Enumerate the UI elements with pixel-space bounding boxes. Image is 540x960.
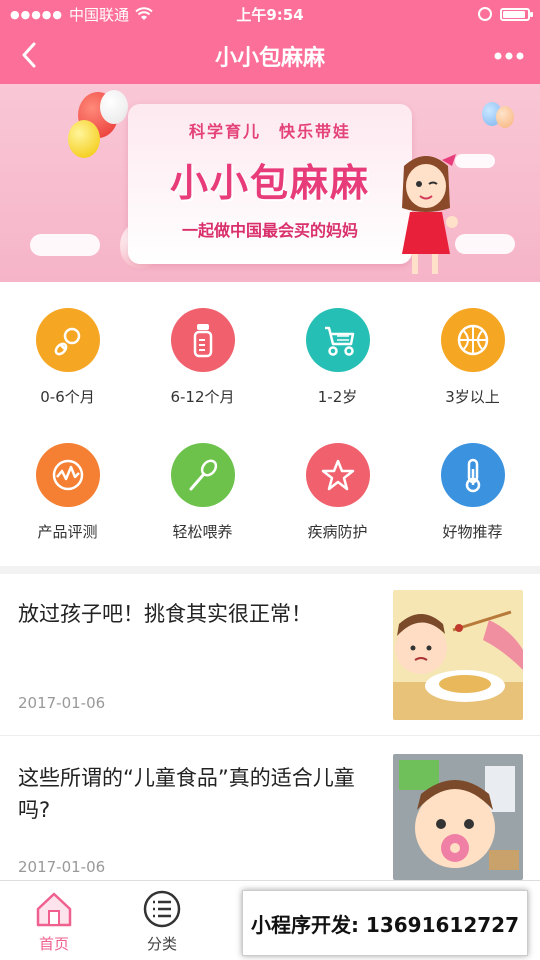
article-title: 放过孩子吧！挑食其实很正常！	[18, 602, 312, 626]
promo-overlay: 小程序开发: 13691612727	[242, 890, 528, 956]
thermometer-icon	[440, 443, 505, 507]
category-label: 疾病防护	[307, 523, 368, 541]
tab-label: 首页	[38, 935, 69, 953]
rotation-lock-icon	[478, 7, 492, 21]
category-good-recommendations[interactable]: 好物推荐	[405, 425, 540, 560]
article-thumbnail	[393, 754, 523, 880]
stroller-icon	[305, 308, 370, 372]
home-icon	[36, 892, 72, 927]
tab-category[interactable]: 分类	[108, 881, 216, 960]
article-item[interactable]: 放过孩子吧！挑食其实很正常！ 2017-01-06	[0, 574, 540, 736]
category-product-review[interactable]: 产品评测	[0, 425, 135, 560]
banner-slogan: 科学育儿 快乐带娃	[188, 122, 351, 141]
tab-home[interactable]: 首页	[0, 881, 108, 960]
category-0-6-months[interactable]: 0-6个月	[0, 290, 135, 425]
more-button[interactable]	[492, 42, 526, 70]
category-grid: 0-6个月 6-12个月 1-2岁 3岁以上 产品评测 轻松喂养 疾病防护 好物…	[0, 290, 540, 560]
article-title: 这些所谓的“儿童食品”真的适合儿童吗?	[18, 766, 355, 822]
mom-mascot-illustration	[402, 154, 458, 274]
category-label: 0-6个月	[40, 388, 95, 406]
balloon-white	[100, 90, 128, 124]
battery-icon	[500, 7, 533, 21]
category-label: 3岁以上	[445, 388, 500, 406]
carrier-label: 中国联通	[69, 5, 130, 24]
category-label: 产品评测	[37, 523, 98, 541]
balloon-orange	[496, 106, 514, 128]
chevron-left-icon	[22, 42, 36, 68]
category-label: 6-12个月	[170, 388, 235, 406]
category-6-12-months[interactable]: 6-12个月	[135, 290, 270, 425]
chart-icon	[35, 443, 100, 507]
nav-bar: 小小包麻麻	[0, 28, 540, 84]
wifi-icon	[135, 7, 153, 20]
section-divider	[0, 566, 540, 574]
cloud-decoration	[30, 234, 100, 256]
article-thumbnail	[393, 590, 523, 720]
category-label: 好物推荐	[442, 523, 503, 541]
list-icon	[143, 890, 181, 928]
banner-subtitle: 一起做中国最会买的妈妈	[181, 221, 358, 240]
category-disease-protection[interactable]: 疾病防护	[270, 425, 405, 560]
more-dots-icon	[494, 52, 524, 60]
balloon-yellow	[68, 120, 100, 158]
category-label: 轻松喂养	[172, 523, 233, 541]
article-date: 2017-01-06	[18, 858, 106, 876]
tab-label: 分类	[146, 935, 177, 953]
banner[interactable]: 科学育儿 快乐带娃 小小包麻麻 一起做中国最会买的妈妈	[0, 84, 540, 282]
article-item[interactable]: 这些所谓的“儿童食品”真的适合儿童吗? 2017-01-06	[0, 738, 540, 880]
pacifier-icon	[35, 308, 100, 372]
category-3-plus-years[interactable]: 3岁以上	[405, 290, 540, 425]
article-date: 2017-01-06	[18, 694, 106, 712]
spoon-icon	[170, 443, 235, 507]
status-bar: ●●●●● 中国联通 上午9:54	[0, 0, 540, 28]
category-1-2-years[interactable]: 1-2岁	[270, 290, 405, 425]
banner-brand: 小小包麻麻	[169, 161, 370, 205]
star-icon	[305, 443, 370, 507]
signal-icon: ●●●●●	[10, 7, 63, 21]
category-label: 1-2岁	[317, 388, 358, 406]
banner-card: 科学育儿 快乐带娃 小小包麻麻 一起做中国最会买的妈妈	[128, 104, 412, 264]
page-title: 小小包麻麻	[214, 46, 325, 71]
back-button[interactable]	[14, 40, 44, 70]
ball-icon	[440, 308, 505, 372]
category-easy-feeding[interactable]: 轻松喂养	[135, 425, 270, 560]
baby-bottle-icon	[170, 308, 235, 372]
